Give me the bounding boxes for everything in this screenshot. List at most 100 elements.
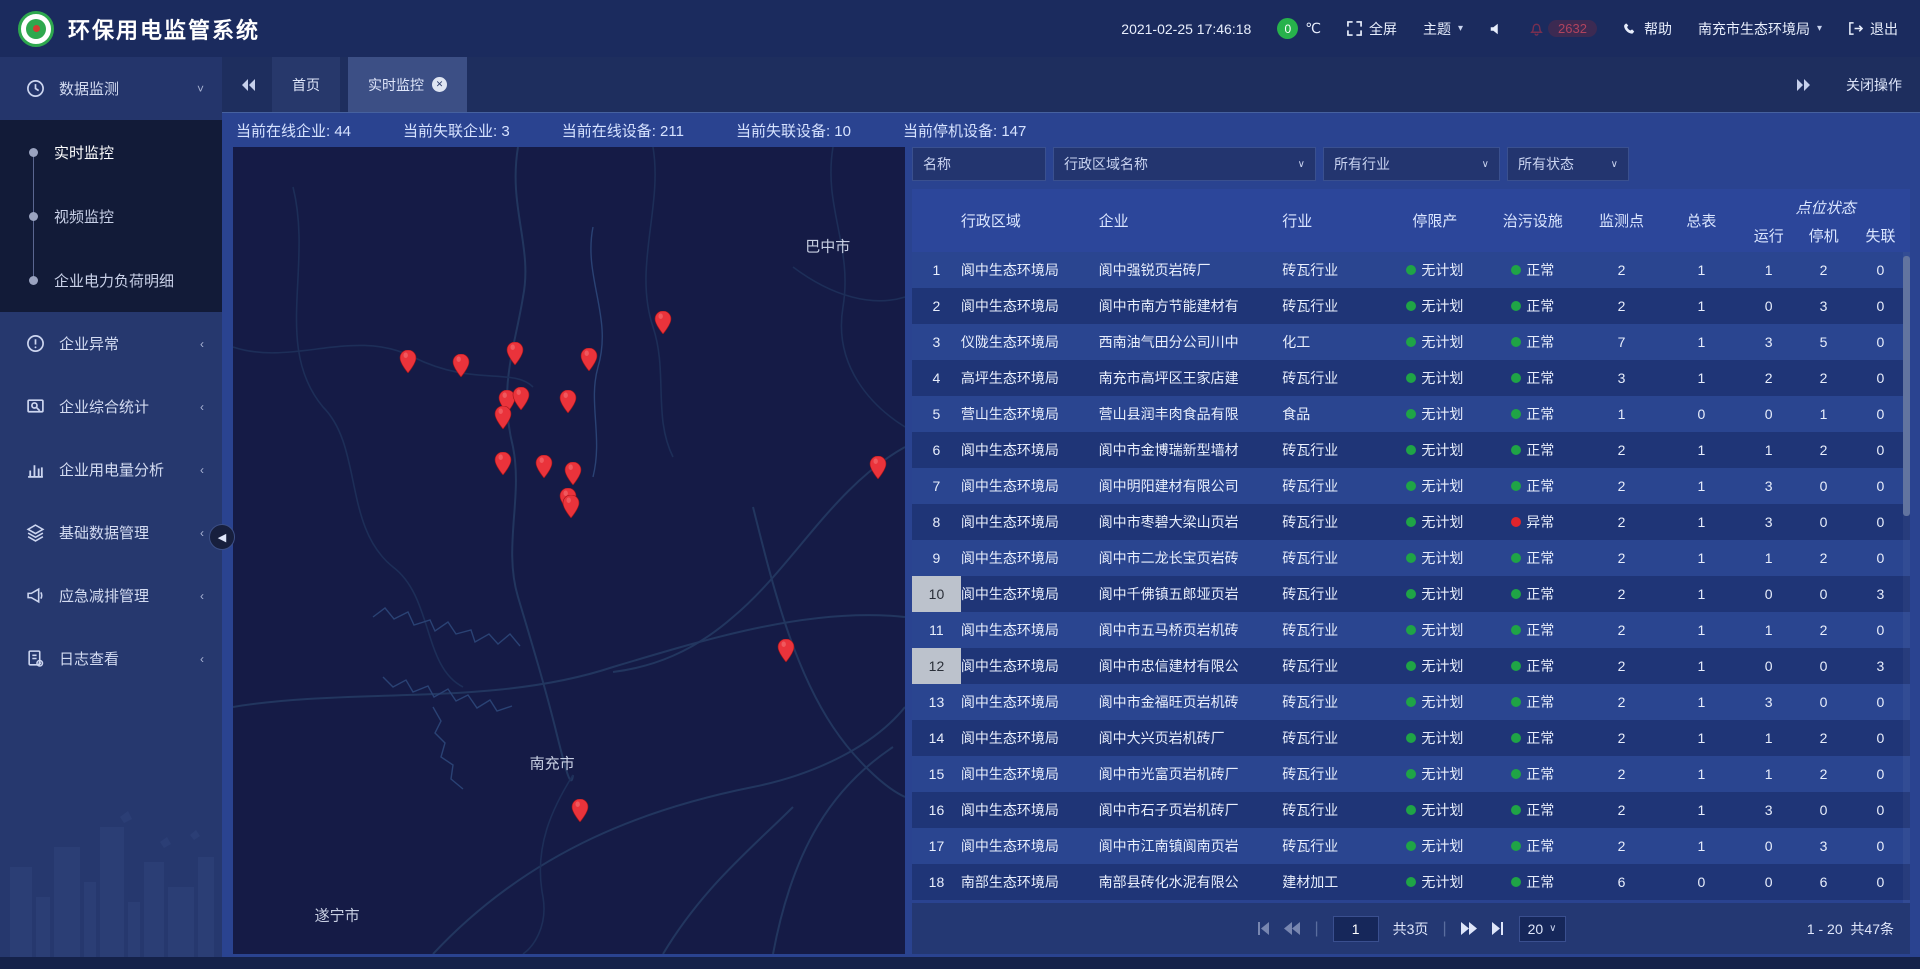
- map-panel[interactable]: 巴中市南充市遂宁市: [233, 147, 905, 954]
- map-pin-icon[interactable]: [572, 799, 589, 822]
- sidebar-item-2[interactable]: 企业综合统计‹: [0, 375, 222, 438]
- table-row[interactable]: 5营山生态环境局营山县润丰肉食品有限食品无计划正常10010: [912, 396, 1910, 432]
- map-pin-icon[interactable]: [495, 452, 512, 475]
- cell-region: 阆中生态环境局: [961, 764, 1099, 784]
- status-dot-icon: [1511, 877, 1521, 887]
- table-row[interactable]: 6阆中生态环境局阆中市金博瑞新型墙材砖瓦行业无计划正常21120: [912, 432, 1910, 468]
- table-row[interactable]: 1阆中生态环境局阆中强锐页岩砖厂砖瓦行业无计划正常21120: [912, 252, 1910, 288]
- sidebar-subitem-视频监控[interactable]: 视频监控: [0, 184, 222, 248]
- cell-production-status: 无计划: [1386, 728, 1484, 748]
- table-row[interactable]: 18南部生态环境局南部县砖化水泥有限公建材加工无计划正常60060: [912, 864, 1910, 900]
- map-pin-icon[interactable]: [870, 456, 887, 479]
- sidebar-subitem-企业电力负荷明细[interactable]: 企业电力负荷明细: [0, 248, 222, 312]
- map-pin-icon[interactable]: [560, 390, 577, 413]
- close-icon[interactable]: ✕: [432, 77, 447, 92]
- table-row[interactable]: 7阆中生态环境局阆中明阳建材有限公司砖瓦行业无计划正常21300: [912, 468, 1910, 504]
- map-pin-icon[interactable]: [512, 387, 529, 410]
- cell-run: 3: [1741, 694, 1796, 710]
- mute-button[interactable]: [1489, 22, 1503, 36]
- status-filter-select[interactable]: 所有状态∨: [1507, 147, 1629, 181]
- map-pin-icon[interactable]: [563, 495, 580, 518]
- sidebar-item-1[interactable]: 企业异常‹: [0, 312, 222, 375]
- sidebar-item-4[interactable]: 基础数据管理‹: [0, 501, 222, 564]
- cell-industry: 砖瓦行业: [1282, 692, 1386, 712]
- stat-当前失联企业: 当前失联企业: 3: [403, 120, 510, 141]
- tabs-scroll-right-button[interactable]: [1788, 78, 1820, 92]
- sidebar-item-0[interactable]: 数据监测˅: [0, 57, 222, 120]
- cell-lost: 0: [1851, 478, 1910, 494]
- chevron-left-icon: ‹: [200, 589, 204, 603]
- close-operations-button[interactable]: 关闭操作: [1846, 75, 1902, 95]
- cell-lost: 0: [1851, 514, 1910, 530]
- cell-run: 3: [1741, 514, 1796, 530]
- sidebar-subitem-实时监控[interactable]: 实时监控: [0, 120, 222, 184]
- map-pin-icon[interactable]: [453, 354, 470, 377]
- cell-company: 阆中市忠信建材有限公: [1099, 656, 1283, 676]
- cell-lost: 0: [1851, 370, 1910, 386]
- cell-meter: 1: [1661, 658, 1741, 674]
- map-pin-icon[interactable]: [565, 462, 582, 485]
- table-row[interactable]: 9阆中生态环境局阆中市二龙长宝页岩砖砖瓦行业无计划正常21120: [912, 540, 1910, 576]
- map-pin-icon[interactable]: [507, 342, 524, 365]
- sidebar-item-6[interactable]: 日志查看‹: [0, 627, 222, 690]
- cell-points: 2: [1582, 730, 1662, 746]
- cell-points: 7: [1582, 334, 1662, 350]
- last-page-button[interactable]: [1491, 922, 1505, 935]
- tabs-scroll-left-button[interactable]: [232, 78, 264, 92]
- sidebar-item-5[interactable]: 应急减排管理‹: [0, 564, 222, 627]
- cell-stop: 2: [1796, 730, 1851, 746]
- table-row[interactable]: 4高坪生态环境局南充市高坪区王家店建砖瓦行业无计划正常31220: [912, 360, 1910, 396]
- map-pin-icon[interactable]: [399, 350, 416, 373]
- status-dot-icon: [1511, 445, 1521, 455]
- table-row[interactable]: 16阆中生态环境局阆中市石子页岩机砖厂砖瓦行业无计划正常21300: [912, 792, 1910, 828]
- map-pin-icon[interactable]: [581, 348, 598, 371]
- table-row[interactable]: 17阆中生态环境局阆中市江南镇阆南页岩砖瓦行业无计划正常21030: [912, 828, 1910, 864]
- table-row[interactable]: 12阆中生态环境局阆中市忠信建材有限公砖瓦行业无计划正常21003: [912, 648, 1910, 684]
- bottom-scrollbar[interactable]: [0, 957, 1920, 969]
- table-row[interactable]: 3仪陇生态环境局西南油气田分公司川中化工无计划正常71350: [912, 324, 1910, 360]
- cell-stop: 6: [1796, 874, 1851, 890]
- page-number-input[interactable]: [1333, 916, 1379, 942]
- cell-stop: 5: [1796, 334, 1851, 350]
- first-page-button[interactable]: [1256, 922, 1270, 935]
- map-roads: [233, 147, 905, 954]
- cell-production-status: 无计划: [1386, 584, 1484, 604]
- map-pin-icon[interactable]: [536, 455, 553, 478]
- page-size-select[interactable]: 20∨: [1519, 916, 1566, 942]
- tab-home[interactable]: 首页: [272, 57, 340, 112]
- map-pin-icon[interactable]: [655, 311, 672, 334]
- sidebar-item-3[interactable]: 企业用电量分析‹: [0, 438, 222, 501]
- cell-points: 2: [1582, 298, 1662, 314]
- cell-production-status: 无计划: [1386, 260, 1484, 280]
- table-scrollbar[interactable]: [1903, 252, 1910, 903]
- previous-page-button[interactable]: [1284, 922, 1300, 935]
- cell-stop: 2: [1796, 766, 1851, 782]
- notifications-button[interactable]: 2632: [1529, 20, 1597, 37]
- cell-run: 3: [1741, 334, 1796, 350]
- app-logo-icon: [18, 11, 54, 47]
- table-row[interactable]: 2阆中生态环境局阆中市南方节能建材有砖瓦行业无计划正常21030: [912, 288, 1910, 324]
- map-pin-icon[interactable]: [778, 639, 795, 662]
- help-button[interactable]: 帮助: [1623, 19, 1672, 39]
- cell-production-status: 无计划: [1386, 620, 1484, 640]
- org-dropdown[interactable]: 南充市生态环境局▾: [1698, 19, 1822, 39]
- table-row[interactable]: 8阆中生态环境局阆中市枣碧大梁山页岩砖瓦行业无计划异常21300: [912, 504, 1910, 540]
- cell-points: 2: [1582, 262, 1662, 278]
- chevron-down-icon: ∨: [1298, 159, 1305, 170]
- table-row[interactable]: 15阆中生态环境局阆中市光富页岩机砖厂砖瓦行业无计划正常21120: [912, 756, 1910, 792]
- region-filter-select[interactable]: 行政区域名称∨: [1053, 147, 1316, 181]
- fullscreen-button[interactable]: 全屏: [1347, 19, 1397, 39]
- tab-realtime-monitor[interactable]: 实时监控 ✕: [348, 57, 467, 112]
- table-row[interactable]: 13阆中生态环境局阆中市金福旺页岩机砖砖瓦行业无计划正常21300: [912, 684, 1910, 720]
- industry-filter-select[interactable]: 所有行业∨: [1323, 147, 1500, 181]
- col-group-point-status: 点位状态: [1741, 189, 1910, 225]
- next-page-button[interactable]: [1461, 922, 1477, 935]
- table-row[interactable]: 10阆中生态环境局阆中千佛镇五郎垭页岩砖瓦行业无计划正常21003: [912, 576, 1910, 612]
- name-filter-input[interactable]: [923, 156, 1035, 172]
- logout-button[interactable]: 退出: [1848, 19, 1898, 39]
- sidebar-collapse-button[interactable]: ◀: [209, 524, 235, 550]
- map-pin-icon[interactable]: [495, 406, 512, 429]
- theme-dropdown[interactable]: 主题▾: [1423, 19, 1463, 39]
- table-row[interactable]: 11阆中生态环境局阆中市五马桥页岩机砖砖瓦行业无计划正常21120: [912, 612, 1910, 648]
- table-row[interactable]: 14阆中生态环境局阆中大兴页岩机砖厂砖瓦行业无计划正常21120: [912, 720, 1910, 756]
